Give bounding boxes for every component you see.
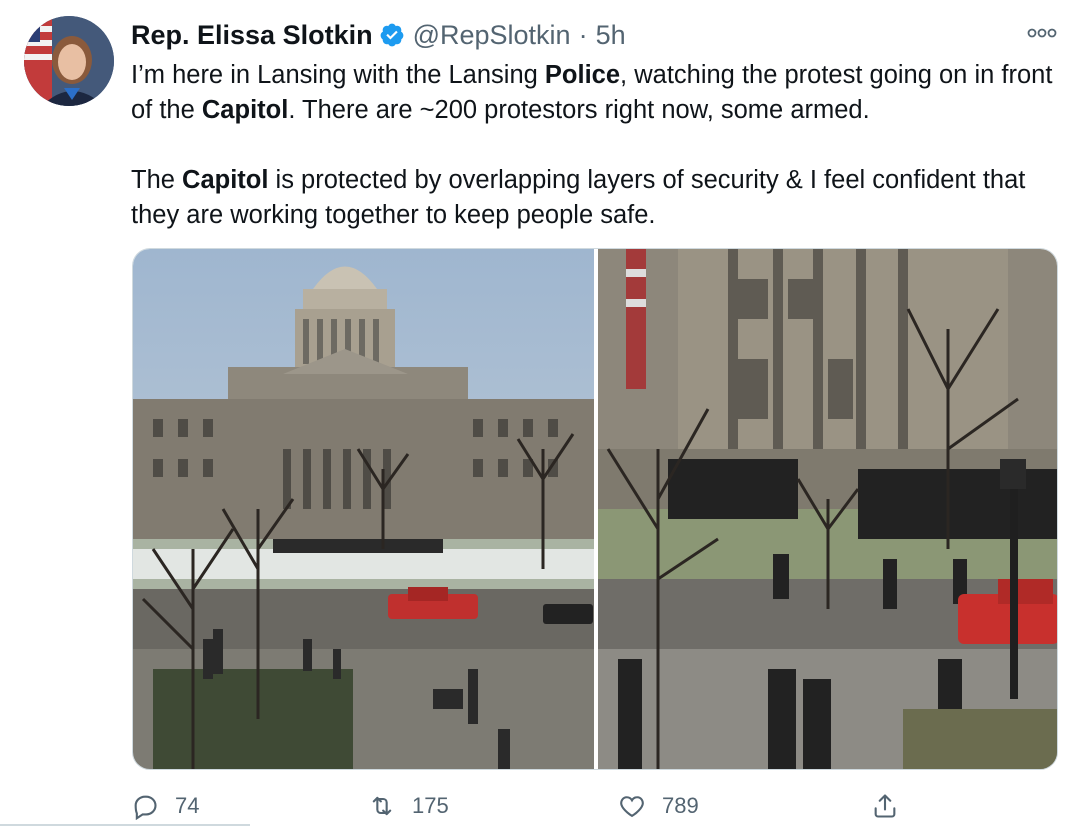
retweet-count: 175 xyxy=(412,793,449,818)
reply-button[interactable]: 74 xyxy=(131,786,199,826)
like-button[interactable]: 789 xyxy=(618,786,699,826)
reply-count: 74 xyxy=(175,793,200,818)
reply-icon xyxy=(134,795,157,820)
tweet-header: Rep. Elissa Slotkin @RepSlotkin · 5h xyxy=(131,18,626,52)
bold-word-police: Police xyxy=(544,61,621,89)
tweet-actions: 74 175 789 xyxy=(131,786,911,826)
author-handle[interactable]: @RepSlotkin xyxy=(413,20,571,51)
share-icon xyxy=(874,794,896,818)
tweet-timestamp[interactable]: 5h xyxy=(596,20,626,51)
tweet-paragraph-1: I’m here in Lansing with the Lansing Pol… xyxy=(131,58,1066,128)
tweet-paragraph-2: The Capitol is protected by overlapping … xyxy=(131,163,1066,233)
more-options-icon[interactable] xyxy=(1026,22,1058,44)
avatar-photo xyxy=(24,16,114,106)
separator-dot: · xyxy=(578,19,588,50)
avatar[interactable] xyxy=(24,16,114,106)
tweet-text: I’m here in Lansing with the Lansing Pol… xyxy=(131,58,1066,233)
photo-capitol-crowd[interactable] xyxy=(598,249,1057,769)
text-span: The xyxy=(131,166,183,194)
verified-badge-icon xyxy=(379,22,405,48)
share-button[interactable] xyxy=(871,786,915,826)
text-span: . There are ~200 protestors right now, s… xyxy=(288,96,870,124)
bold-word-capitol: Capitol xyxy=(182,166,269,194)
author-name[interactable]: Rep. Elissa Slotkin xyxy=(131,20,373,51)
text-span: I’m here in Lansing with the Lansing xyxy=(131,61,545,89)
retweet-icon xyxy=(372,796,392,816)
bold-word-capitol: Capitol xyxy=(201,96,289,124)
heart-icon xyxy=(620,796,644,818)
tweet-media xyxy=(132,248,1058,770)
tweet: Rep. Elissa Slotkin @RepSlotkin · 5h I’m… xyxy=(0,0,1080,826)
retweet-button[interactable]: 175 xyxy=(368,786,449,826)
like-count: 789 xyxy=(662,793,699,818)
photo-capitol-exterior[interactable] xyxy=(133,249,594,769)
